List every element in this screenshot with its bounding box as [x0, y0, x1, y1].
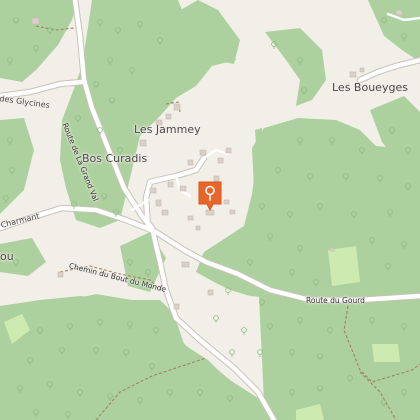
place-label-les-boueyges: Les Boueyges — [332, 81, 408, 94]
road-label-route-du-gourd: Route du Gourd — [306, 296, 365, 305]
map-view[interactable]: Les Jammey Bos Curadis Les Boueyges des … — [0, 0, 420, 420]
location-pin-icon[interactable] — [198, 181, 222, 212]
place-label-ou: ou — [0, 250, 14, 263]
place-label-les-jammey: Les Jammey — [134, 123, 201, 136]
place-label-bos-curadis: Bos Curadis — [82, 152, 148, 165]
